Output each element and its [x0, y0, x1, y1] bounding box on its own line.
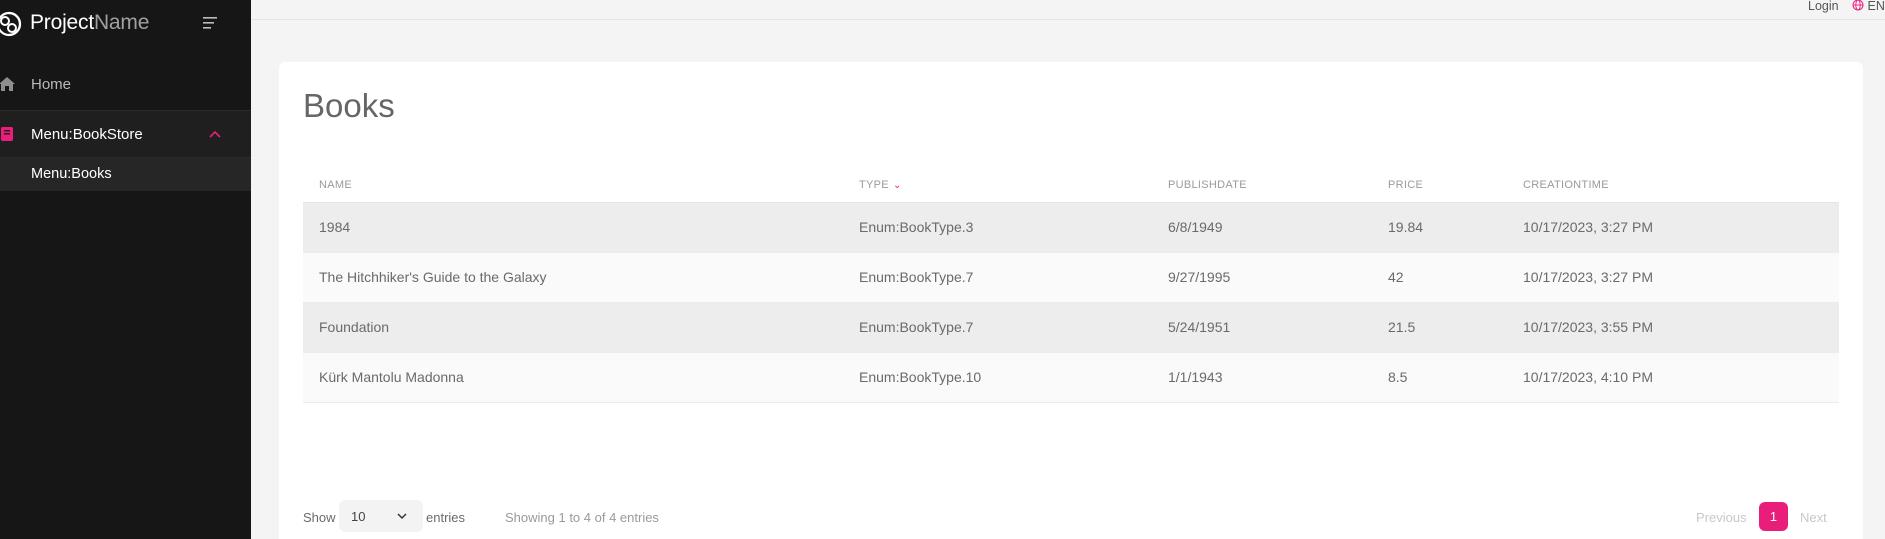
brand-title: ProjectName — [30, 11, 150, 34]
entries-label: entries — [426, 510, 466, 525]
globe-icon — [1852, 0, 1864, 11]
sidebar-item-bookstore[interactable]: Menu:BookStore — [0, 110, 251, 158]
column-header-publishdate[interactable]: PUBLISHDATE — [1152, 168, 1372, 203]
cell-creationtime: 10/17/2023, 3:27 PM — [1507, 202, 1839, 253]
cell-name: 1984 — [303, 202, 843, 253]
column-header-name[interactable]: NAME — [303, 168, 843, 203]
column-header-type[interactable]: TYPE ⌄ — [843, 168, 1152, 203]
cell-name: Foundation — [303, 302, 843, 353]
table-info: Showing 1 to 4 of 4 entries — [505, 510, 659, 525]
table-header-row: NAME TYPE ⌄ PUBLISHDATE PRICE CREATIONTIM… — [303, 168, 1839, 203]
topbar: Login EN — [251, 0, 1885, 20]
chevron-up-icon — [209, 130, 221, 138]
cell-type: Enum:BookType.7 — [843, 252, 1152, 303]
login-link[interactable]: Login — [1808, 0, 1839, 13]
sidebar: ProjectName Home Menu:BookStore Menu:Boo… — [0, 0, 251, 539]
cell-creationtime: 10/17/2023, 3:55 PM — [1507, 302, 1839, 353]
books-table: NAME TYPE ⌄ PUBLISHDATE PRICE CREATIONTIM… — [303, 168, 1839, 403]
page-size-value: 10 — [351, 509, 366, 524]
table-row[interactable]: 1984 Enum:BookType.3 6/8/1949 19.84 10/1… — [303, 202, 1839, 253]
page-title: Books — [303, 87, 395, 124]
cell-publishdate: 1/1/1943 — [1152, 352, 1372, 403]
table-row[interactable]: The Hitchhiker's Guide to the Galaxy Enu… — [303, 252, 1839, 303]
page-size-select[interactable]: 10 — [339, 500, 423, 532]
cell-price: 8.5 — [1372, 352, 1507, 403]
sidebar-toggle-icon[interactable] — [200, 14, 222, 32]
table-row[interactable]: Foundation Enum:BookType.7 5/24/1951 21.… — [303, 302, 1839, 353]
cell-creationtime: 10/17/2023, 4:10 PM — [1507, 352, 1839, 403]
show-label: Show — [303, 510, 336, 525]
sidebar-item-label: Home — [31, 76, 72, 93]
table-row[interactable]: Kürk Mantolu Madonna Enum:BookType.10 1/… — [303, 352, 1839, 403]
cell-creationtime: 10/17/2023, 3:27 PM — [1507, 252, 1839, 303]
book-icon — [1, 127, 13, 141]
brand: ProjectName — [0, 0, 251, 48]
next-button[interactable]: Next — [1800, 510, 1827, 525]
cell-type: Enum:BookType.10 — [843, 352, 1152, 403]
cell-publishdate: 6/8/1949 — [1152, 202, 1372, 253]
cell-name: Kürk Mantolu Madonna — [303, 352, 843, 403]
chevron-down-icon — [397, 513, 407, 520]
sidebar-item-label: Menu:BookStore — [31, 126, 143, 143]
language-selector[interactable]: EN — [1852, 0, 1885, 13]
page-button-current[interactable]: 1 — [1759, 502, 1788, 531]
sort-desc-icon: ⌄ — [892, 179, 902, 191]
sidebar-item-label: Menu:Books — [31, 166, 112, 182]
cell-publishdate: 9/27/1995 — [1152, 252, 1372, 303]
language-label: EN — [1867, 0, 1885, 13]
sidebar-item-home[interactable]: Home — [0, 61, 251, 109]
books-card: Books NAME TYPE ⌄ PUBLISHDATE PRICE CREAT… — [279, 62, 1863, 539]
previous-button[interactable]: Previous — [1696, 510, 1747, 525]
table-footer: Show 10 entries Showing 1 to 4 of 4 entr… — [303, 500, 1839, 534]
cell-name: The Hitchhiker's Guide to the Galaxy — [303, 252, 843, 303]
column-header-creationtime[interactable]: CREATIONTIME — [1507, 168, 1839, 203]
sidebar-item-books[interactable]: Menu:Books — [0, 158, 251, 191]
column-header-price[interactable]: PRICE — [1372, 168, 1507, 203]
logo-icon — [0, 11, 22, 37]
cell-price: 42 — [1372, 252, 1507, 303]
home-icon — [0, 77, 15, 91]
cell-type: Enum:BookType.3 — [843, 202, 1152, 253]
cell-price: 21.5 — [1372, 302, 1507, 353]
cell-publishdate: 5/24/1951 — [1152, 302, 1372, 353]
cell-price: 19.84 — [1372, 202, 1507, 253]
cell-type: Enum:BookType.7 — [843, 302, 1152, 353]
